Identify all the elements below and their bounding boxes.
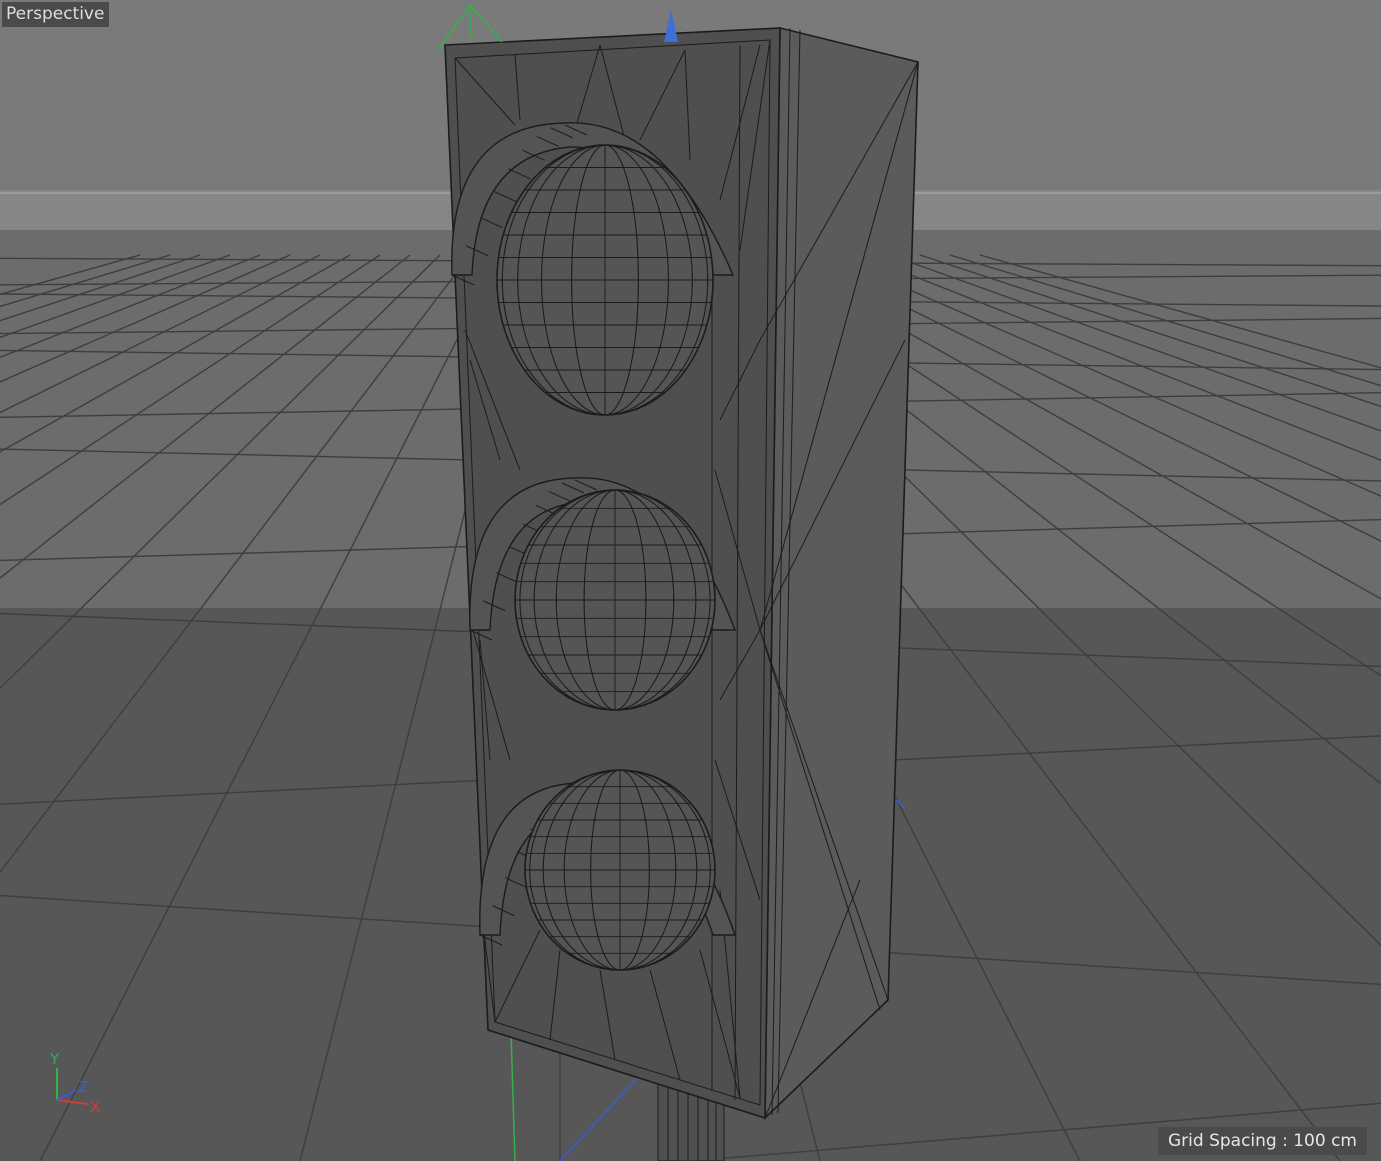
viewport-label[interactable]: Perspective	[2, 2, 110, 27]
gizmo-x-label: X	[90, 1098, 100, 1116]
grid-spacing-readout: Grid Spacing : 100 cm	[1157, 1127, 1367, 1155]
3d-viewport[interactable]: Y Z X Perspective Grid Spacing : 100 cm	[0, 0, 1381, 1161]
gizmo-z-label: Z	[78, 1078, 88, 1096]
viewport-scene[interactable]: Y Z X	[0, 0, 1381, 1161]
gizmo-y-label: Y	[49, 1050, 60, 1068]
